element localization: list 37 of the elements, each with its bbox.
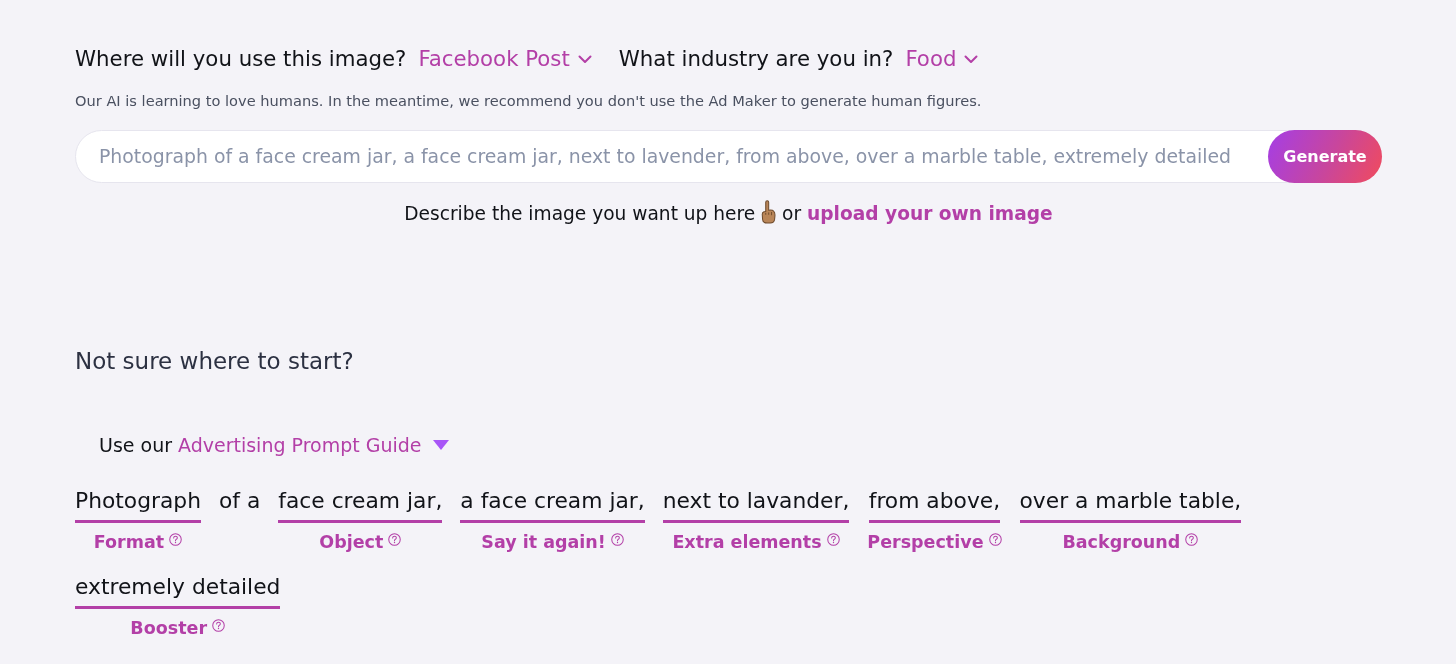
segment-label: Object <box>319 531 384 554</box>
segment-label: Perspective <box>867 531 984 554</box>
segment-label: Format <box>93 531 165 554</box>
hint-text: Describe the image you want up here or upload your own image <box>75 200 1382 228</box>
question-dropdown[interactable]: Facebook Post <box>418 41 592 77</box>
notice-text: Our AI is learning to love humans. In the meantime, we recommend you don't use the Ad Maker to generate human figures. <box>75 91 983 111</box>
segment-label: Extra elements <box>672 531 822 554</box>
generate-button[interactable]: Generate <box>1268 130 1382 183</box>
upload-link[interactable]: upload your own image <box>807 203 1053 224</box>
help-icon[interactable] <box>169 533 183 546</box>
prompt-guide-toggle[interactable]: Advertising Prompt Guide <box>178 431 449 459</box>
section-title: Not sure where to start? <box>75 347 355 376</box>
chevron-down-icon <box>964 54 979 64</box>
question-dropdown[interactable]: Food <box>905 41 979 77</box>
segment-label: Say it again! <box>481 531 606 554</box>
segment-label: Booster <box>130 617 208 640</box>
prompt-segment: over a marble table, <box>1019 486 1242 523</box>
question-label: What industry are you in? <box>618 45 894 73</box>
help-icon[interactable] <box>610 533 624 546</box>
prompt-segment: face cream jar, <box>278 486 443 523</box>
prompt-connector-text: of a <box>219 487 261 515</box>
hand-pointing-up-icon <box>761 200 777 224</box>
prompt-segment: Photograph <box>75 486 201 523</box>
help-icon[interactable] <box>1185 533 1199 546</box>
caret-icon <box>432 440 449 450</box>
chevron-down-icon <box>577 54 592 64</box>
help-icon[interactable] <box>388 533 402 546</box>
segment-label: Background <box>1062 531 1181 554</box>
help-icon[interactable] <box>826 533 840 546</box>
question-label: Where will you use this image? <box>75 45 407 73</box>
prompt-segment: a face cream jar, <box>460 486 645 523</box>
guide-prefix-text: Use our <box>99 433 172 458</box>
help-icon[interactable] <box>988 533 1002 546</box>
prompt-segment: extremely detailed <box>75 572 281 609</box>
prompt-segment: next to lavander, <box>662 486 850 523</box>
prompt-segment: from above, <box>868 486 1001 523</box>
help-icon[interactable] <box>212 619 226 632</box>
